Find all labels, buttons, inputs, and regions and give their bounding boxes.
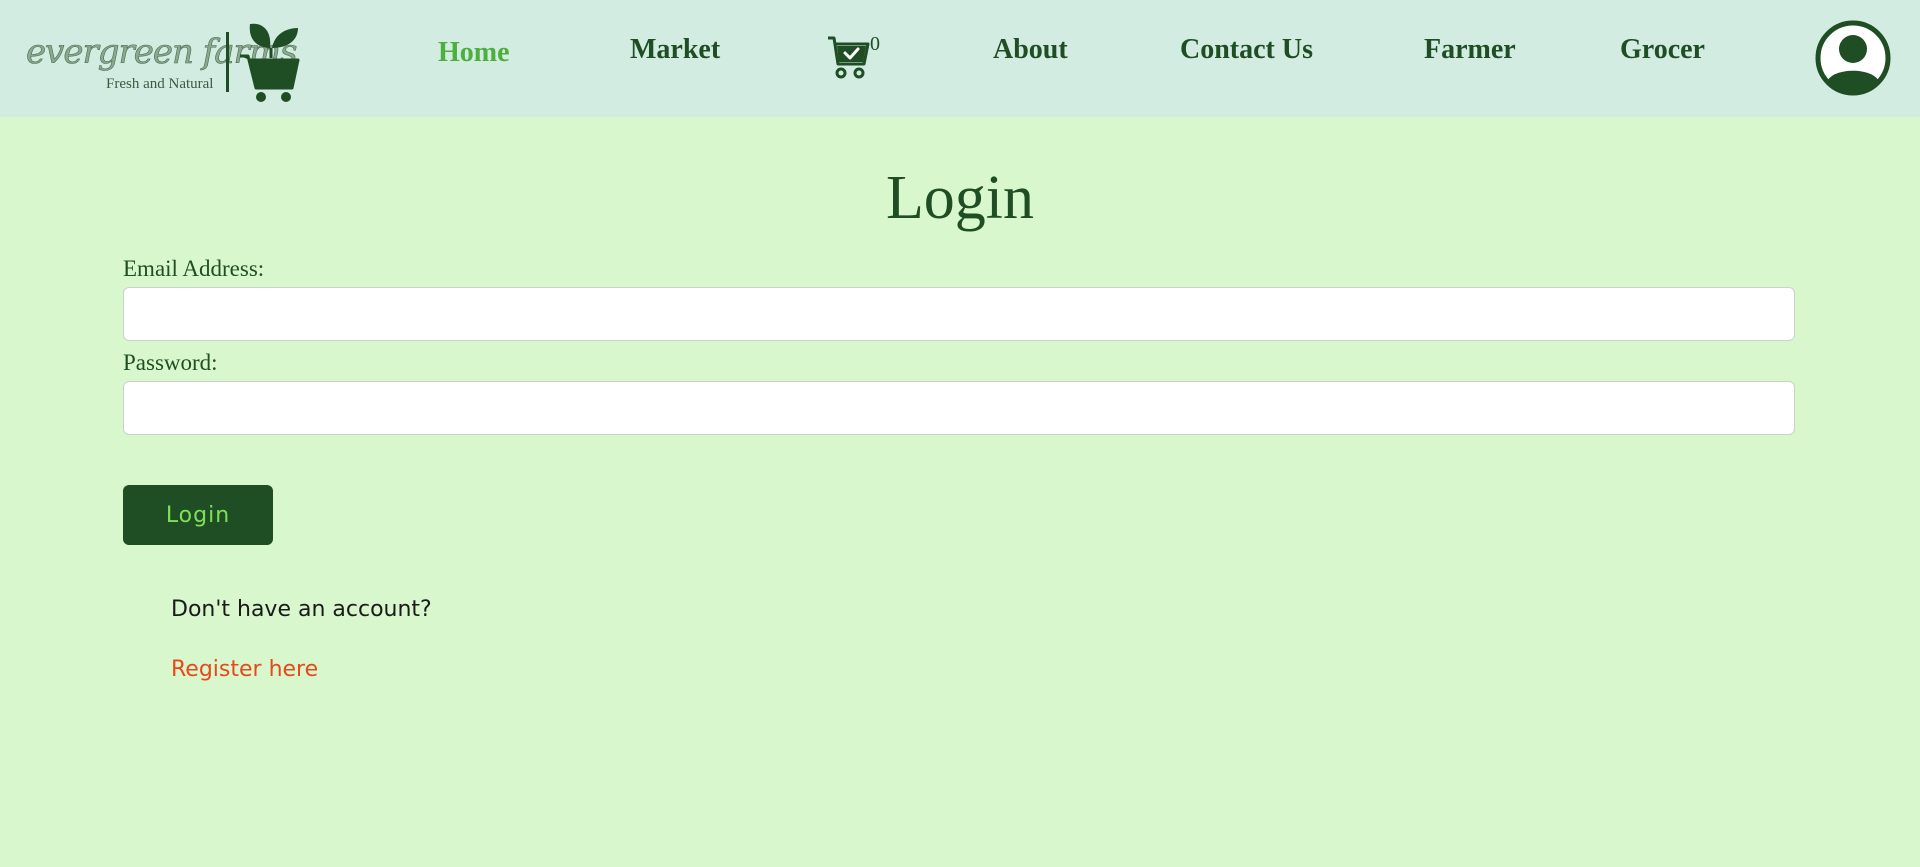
password-label: Password: [123, 350, 218, 375]
top-navigation-bar: evergreen farms Fresh and Natural Home M… [0, 0, 1920, 117]
register-link[interactable]: Register here [171, 657, 318, 682]
nav-home[interactable]: Home [438, 37, 510, 69]
logo-divider [226, 32, 229, 92]
nav-farmer[interactable]: Farmer [1424, 34, 1516, 66]
register-prompt: Don't have an account? [171, 597, 432, 622]
nav-grocer[interactable]: Grocer [1620, 34, 1705, 66]
brand-logo[interactable]: evergreen farms Fresh and Natural [26, 18, 306, 106]
page-title: Login [885, 164, 1035, 232]
login-button[interactable]: Login [123, 485, 273, 545]
nav-about[interactable]: About [993, 34, 1068, 66]
cart-count-badge: 0 [870, 33, 880, 55]
brand-tagline: Fresh and Natural [106, 76, 214, 92]
password-field[interactable] [123, 381, 1795, 435]
user-circle-icon[interactable] [1814, 19, 1892, 97]
cart-check-icon [828, 36, 870, 79]
nav-market[interactable]: Market [630, 34, 720, 66]
nav-contact-us[interactable]: Contact Us [1180, 34, 1313, 66]
email-field[interactable] [123, 287, 1795, 341]
email-label: Email Address: [123, 256, 265, 281]
cart-with-leaves-icon [240, 23, 300, 102]
